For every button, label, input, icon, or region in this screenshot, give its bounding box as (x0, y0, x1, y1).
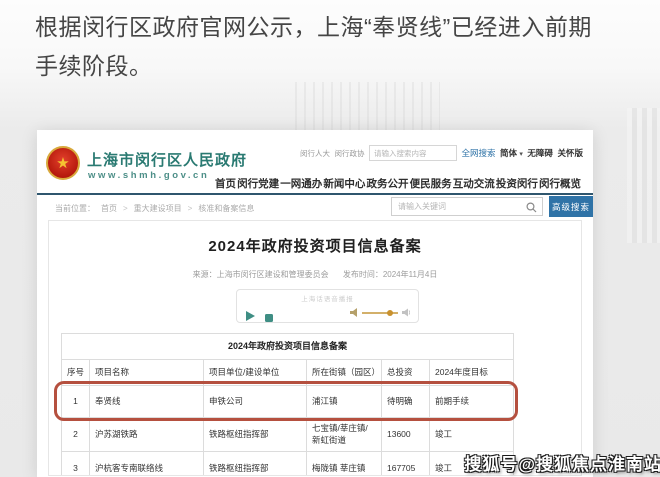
accessibility-link[interactable]: 无障碍 (527, 147, 553, 159)
cell-town: 七宝镇/莘庄镇/新虹街道 (307, 418, 382, 452)
cell-investment: 167705 (382, 452, 430, 477)
volume-control (350, 308, 410, 317)
nav-item-party[interactable]: 闵行党建 (237, 176, 279, 191)
breadcrumb-item-home[interactable]: 首页 (101, 203, 117, 214)
intro-line-1: 根据闵行区政府官网公示，上海“奉贤线”已经进入前期 (35, 8, 635, 47)
cell-goal: 前期手续 (430, 386, 514, 418)
language-select-label: 简体 (500, 148, 517, 158)
cell-goal: 竣工 (430, 418, 514, 452)
table-row-huhang-link: 3 沪杭客专南联络线 铁路枢纽指挥部 梅陇镇 莘庄镇 167705 竣工 (62, 452, 514, 477)
chevron-down-icon: ▾ (519, 151, 523, 158)
article-content-box: 2024年政府投资项目信息备案 来源：上海市闵行区建设和管理委员会 发布时间：2… (48, 220, 582, 476)
nav-item-services[interactable]: 一网通办 (280, 176, 322, 191)
page-title: 2024年政府投资项目信息备案 (49, 235, 581, 256)
cell-project-name: 沪苏湖铁路 (90, 418, 204, 452)
table-row-fengxian-line: 1 奉贤线 申铁公司 浦江镇 待明确 前期手续 (62, 386, 514, 418)
link-renda[interactable]: 闵行人大 (300, 148, 330, 159)
nav-item-gov-info[interactable]: 政务公开 (367, 176, 409, 191)
article-meta: 来源：上海市闵行区建设和管理委员会 发布时间：2024年11月4日 (49, 269, 581, 280)
play-icon[interactable] (246, 308, 255, 326)
national-emblem-logo: ★ (46, 146, 80, 180)
projects-table: 2024年政府投资项目信息备案 序号 项目名称 项目单位/建设单位 所在街镇（园… (61, 333, 514, 476)
background-stripes-decoration (295, 82, 440, 134)
nav-item-news[interactable]: 新闻中心 (323, 176, 365, 191)
site-title: 上海市闵行区人民政府 (87, 149, 247, 170)
site-search-input[interactable] (369, 145, 457, 161)
col-header-project-name: 项目名称 (90, 360, 204, 386)
background-edge-decoration (627, 108, 660, 243)
nav-item-interaction[interactable]: 互动交流 (453, 176, 495, 191)
cell-index: 3 (62, 452, 90, 477)
cell-investment: 13600 (382, 418, 430, 452)
table-caption: 2024年政府投资项目信息备案 (62, 334, 514, 360)
cell-project-name: 沪杭客专南联络线 (90, 452, 204, 477)
table-caption-row: 2024年政府投资项目信息备案 (62, 334, 514, 360)
col-header-unit: 项目单位/建设单位 (204, 360, 307, 386)
keyword-search-input[interactable] (391, 197, 543, 216)
cell-unit: 铁路枢纽指挥部 (204, 452, 307, 477)
intro-line-2: 手续阶段。 (35, 47, 635, 86)
cell-project-name: 奉贤线 (90, 386, 204, 418)
table-row-husuhu-railway: 2 沪苏湖铁路 铁路枢纽指挥部 七宝镇/莘庄镇/新虹街道 13600 竣工 (62, 418, 514, 452)
cell-investment: 待明确 (382, 386, 430, 418)
watermark: 搜狐号@搜狐焦点淮南站 (464, 450, 660, 475)
keyword-search-bar: 高级搜索 (391, 196, 593, 217)
article-intro: 根据闵行区政府官网公示，上海“奉贤线”已经进入前期 手续阶段。 (35, 8, 635, 86)
nav-item-home[interactable]: 首页 (215, 176, 236, 191)
site-url: www.shmh.gov.cn (88, 170, 209, 181)
nav-item-overview[interactable]: 闵行概览 (539, 176, 581, 191)
nav-item-public-service[interactable]: 便民服务 (410, 176, 452, 191)
breadcrumb-label: 当前位置： (55, 203, 95, 214)
gov-site-screenshot-card: ★ 上海市闵行区人民政府 www.shmh.gov.cn 闵行人大 闵行政协 全… (37, 130, 593, 477)
article-publish-time: 发布时间：2024年11月4日 (343, 270, 438, 279)
emblem-star-icon: ★ (56, 156, 69, 171)
breadcrumb-separator: > (123, 204, 128, 213)
nav-item-invest[interactable]: 投资闵行 (496, 176, 538, 191)
cell-index: 2 (62, 418, 90, 452)
language-select[interactable]: 简体 ▾ (500, 147, 523, 159)
speaker-low-icon (350, 308, 358, 317)
cell-town: 梅陇镇 莘庄镇 (307, 452, 382, 477)
cell-index: 1 (62, 386, 90, 418)
care-mode-link[interactable]: 关怀版 (557, 147, 583, 159)
page: 根据闵行区政府官网公示，上海“奉贤线”已经进入前期 手续阶段。 ★ 上海市闵行区… (0, 0, 660, 477)
cell-unit: 铁路枢纽指挥部 (204, 418, 307, 452)
breadcrumb-separator: > (188, 204, 193, 213)
link-zhengxie[interactable]: 闵行政协 (335, 148, 365, 159)
cell-unit: 申铁公司 (204, 386, 307, 418)
advanced-search-button[interactable]: 高级搜索 (549, 196, 593, 217)
breadcrumb-item-projects[interactable]: 重大建设项目 (134, 203, 182, 214)
search-icon[interactable] (526, 200, 537, 218)
breadcrumb-item-filing-info[interactable]: 核准和备案信息 (198, 203, 254, 214)
audio-player: 上海话语音播报 (236, 289, 419, 323)
article-source: 来源：上海市闵行区建设和管理委员会 (193, 270, 329, 279)
nav-divider-line (37, 193, 593, 195)
speaker-high-icon (402, 308, 410, 317)
site-search-button[interactable]: 全网搜索 (462, 147, 496, 159)
col-header-town: 所在街镇（园区） (307, 360, 382, 386)
audio-controls (237, 305, 418, 321)
col-header-index: 序号 (62, 360, 90, 386)
col-header-goal: 2024年度目标 (430, 360, 514, 386)
audio-player-label: 上海话语音播报 (237, 293, 418, 303)
table-header-row: 序号 项目名称 项目单位/建设单位 所在街镇（园区） 总投资 2024年度目标 (62, 360, 514, 386)
col-header-investment: 总投资 (382, 360, 430, 386)
cell-town: 浦江镇 (307, 386, 382, 418)
header-utility-bar: 闵行人大 闵行政协 全网搜索 简体 ▾ 无障碍 关怀版 (300, 144, 583, 162)
main-nav: 首页 闵行党建 一网通办 新闻中心 政务公开 便民服务 互动交流 投资闵行 闵行… (215, 176, 581, 191)
volume-slider[interactable] (362, 312, 398, 314)
breadcrumb: 当前位置： 首页 > 重大建设项目 > 核准和备案信息 (55, 203, 254, 214)
stop-icon[interactable] (265, 309, 273, 327)
volume-slider-handle[interactable] (387, 310, 393, 316)
